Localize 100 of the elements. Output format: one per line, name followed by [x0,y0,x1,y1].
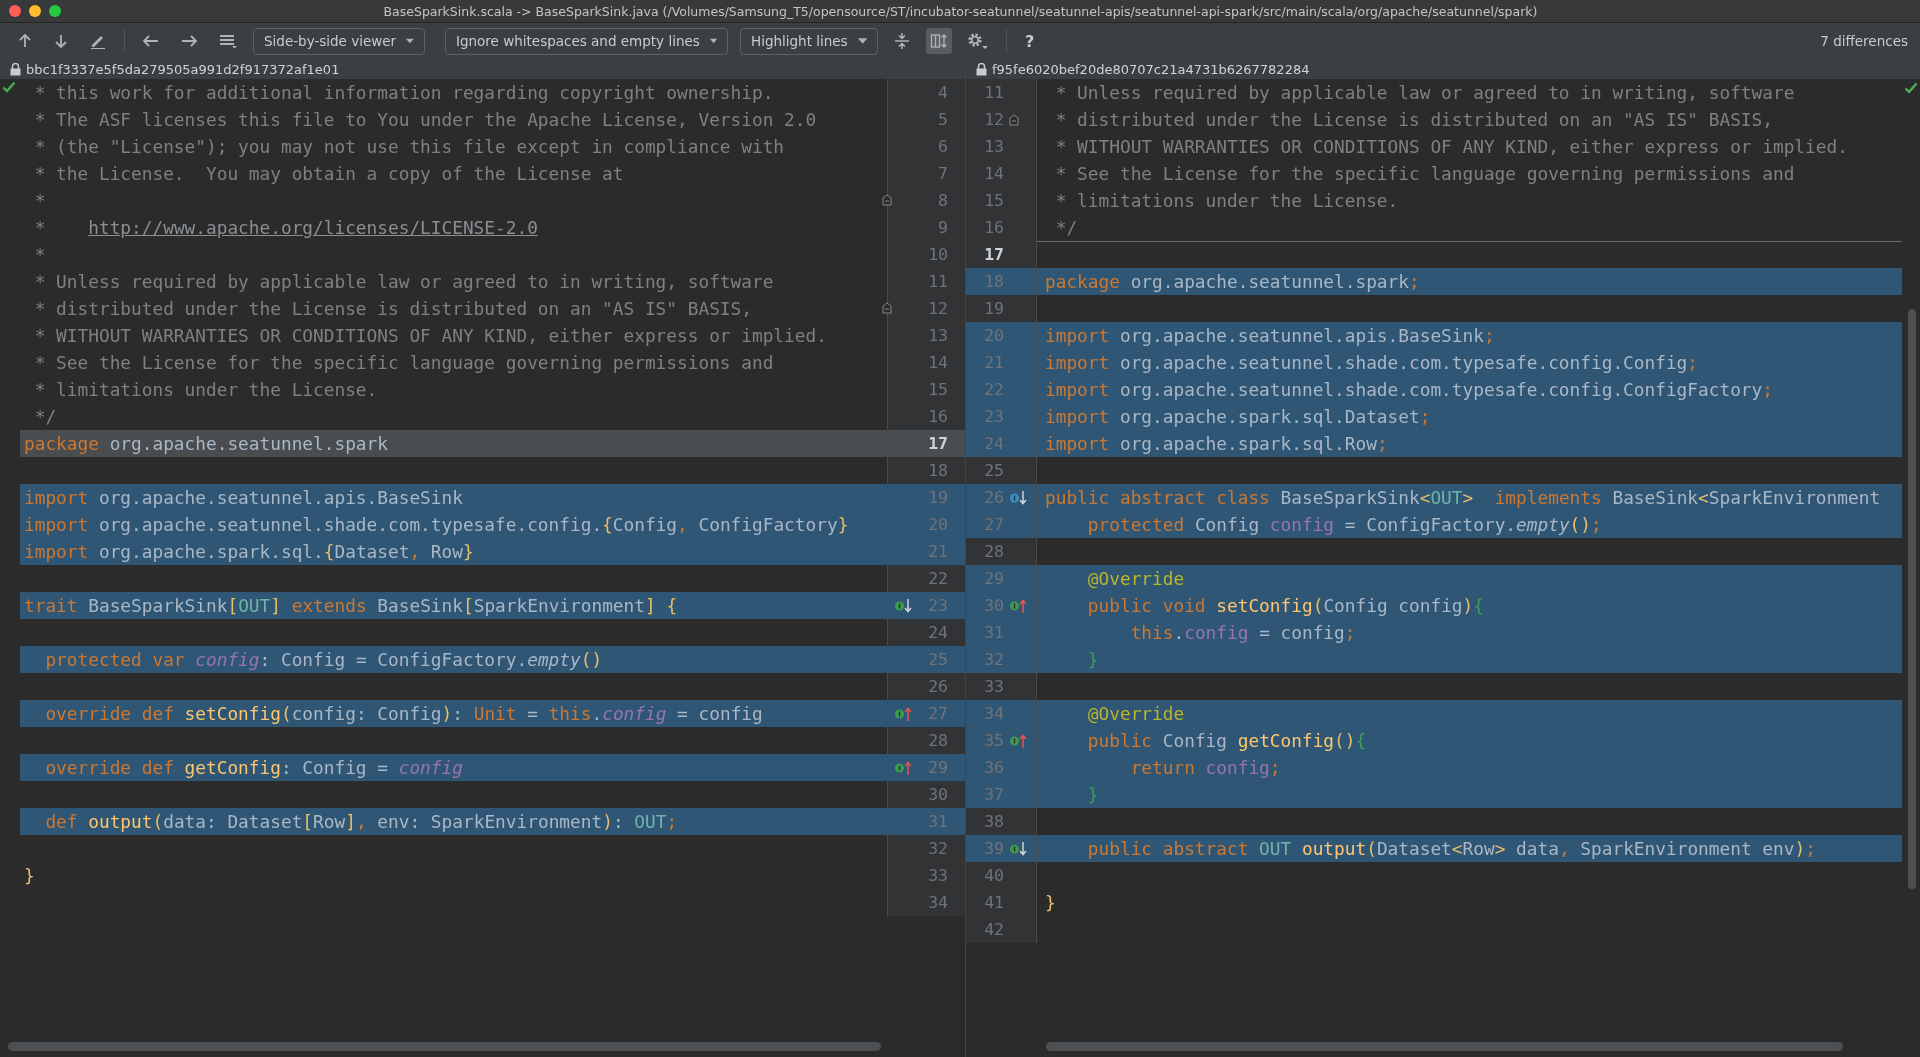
code-line: */ [33,405,58,429]
fold-icon[interactable] [882,194,892,206]
code-line: * WITHOUT WARRANTIES OR CONDITIONS OF ANY KIND, either express or implied. [1054,135,1849,159]
line-number: 29 [983,569,1004,588]
line-number: 9 [937,218,948,237]
zoom-window-button[interactable] [49,5,61,17]
line-number: 36 [983,758,1004,777]
code-line: * limitations under the License. [1054,189,1400,213]
line-number: 18 [983,272,1004,291]
implemented-down-arrow-icon[interactable] [1009,840,1027,857]
line-number: 34 [983,704,1004,723]
line-number: 28 [927,731,948,750]
whitespace-mode-dropdown[interactable]: Ignore whitespaces and empty lines [445,27,728,55]
code-line: * distributed under the License is distributed on an "AS IS" BASIS, [1054,108,1774,132]
code-line: * limitations under the License. [33,378,379,402]
line-number: 21 [927,542,948,561]
line-number: 32 [927,839,948,858]
minimize-window-button[interactable] [29,5,41,17]
line-number: 5 [937,110,948,129]
highlight-mode-dropdown[interactable]: Highlight lines [740,27,878,55]
code-line: * See the License for the specific language governing permissions and [1054,162,1796,186]
code-line: * (the "License"); you may not use this file except in compliance with [33,135,786,159]
line-number: 23 [983,407,1004,426]
code-line: * Unless required by applicable law or agreed to in writing, software [33,270,775,294]
sync-scroll-icon [930,33,948,49]
line-number: 7 [937,164,948,183]
line-number: 27 [927,704,948,723]
line-number: 30 [983,596,1004,615]
line-number: 41 [983,893,1004,912]
sync-scroll-toggle[interactable] [926,28,952,54]
line-number: 16 [927,407,948,426]
horizontal-scrollbar[interactable] [8,1041,882,1051]
line-number: 30 [927,785,948,804]
line-number: 8 [937,191,948,210]
pencil-icon[interactable] [89,33,107,49]
line-number: 14 [983,164,1004,183]
line-number: 25 [927,650,948,669]
code-line: * The ASF licenses this file to You under the Apache License, Version 2.0 [33,108,818,132]
implemented-down-arrow-icon[interactable] [894,597,912,614]
line-number: 20 [983,326,1004,345]
fold-icon[interactable] [882,302,892,314]
line-number: 24 [927,623,948,642]
revision-hash: bbc1f3337e5f5da279505a991d2f917372af1e01 [26,61,340,77]
line-number: 15 [983,191,1004,210]
line-number: 20 [927,515,948,534]
line-number: 14 [927,353,948,372]
left-arrow-icon[interactable] [142,33,160,49]
line-number: 26 [927,677,948,696]
code-line: * Unless required by applicable law or agreed to in writing, software [1054,81,1796,105]
viewer-mode-dropdown[interactable]: Side-by-side viewer [253,27,425,55]
code-line: * See the License for the specific language governing permissions and [33,351,775,375]
line-number: 39 [983,839,1004,858]
line-number: 23 [927,596,948,615]
caret-icon [406,38,414,44]
close-window-button[interactable] [9,5,21,17]
help-button[interactable]: ? [1019,31,1041,51]
line-number: 40 [983,866,1004,885]
caret-icon [857,38,867,44]
code-line: * this work for additional information regarding copyright ownership. [33,81,775,105]
settings-icon[interactable] [967,32,989,50]
code-line: } [24,864,36,888]
line-number: 22 [983,380,1004,399]
line-number: 6 [937,137,948,156]
line-number: 11 [927,272,948,291]
up-arrow-icon[interactable] [17,33,33,49]
vertical-scrollbar[interactable] [1908,309,1916,889]
code-line: * http://www.apache.org/licenses/LICENSE-2.0 [33,216,539,240]
line-number: 38 [983,812,1004,831]
line-number: 15 [927,380,948,399]
implemented-down-arrow-icon[interactable] [1009,489,1027,506]
collapse-icon[interactable] [893,32,911,50]
right-arrow-icon[interactable] [180,33,198,49]
window-title: BaseSparkSink.scala -> BaseSparkSink.java (/Volumes/Samsung_T5/opensource/ST/incubator-seatunnel/seatunnel-apis/seatunnel-api-spark/src/main/scala/org/apache/seatunnel/spark) [382,3,1539,19]
line-number: 4 [937,83,948,102]
revision-hash: f95fe6020bef20de80707c21a4731b6267782284 [992,61,1310,77]
line-number: 28 [983,542,1004,561]
fold-icon[interactable] [1009,113,1019,126]
code-line: * distributed under the License is distributed on an "AS IS" BASIS, [33,297,753,321]
down-arrow-icon[interactable] [53,33,69,49]
line-number: 29 [927,758,948,777]
line-number: 26 [983,488,1004,507]
line-number: 27 [983,515,1004,534]
horizontal-scrollbar[interactable] [1046,1041,1843,1051]
line-number: 18 [927,461,948,480]
line-number: 31 [983,623,1004,642]
line-number: 42 [983,920,1004,939]
code-line: * [33,243,47,267]
code-line: } [1044,891,1057,915]
line-number: 31 [927,812,948,831]
menu-icon[interactable] [218,33,238,49]
line-number: 22 [927,569,948,588]
line-number: 12 [927,299,948,318]
caret-icon [709,38,717,44]
code-line: */ [1054,216,1079,240]
line-number: 33 [983,677,1004,696]
line-number: 13 [983,137,1004,156]
line-number: 37 [983,785,1004,804]
line-number: 32 [983,650,1004,669]
line-number: 17 [927,434,948,453]
line-number: 17 [983,245,1004,264]
